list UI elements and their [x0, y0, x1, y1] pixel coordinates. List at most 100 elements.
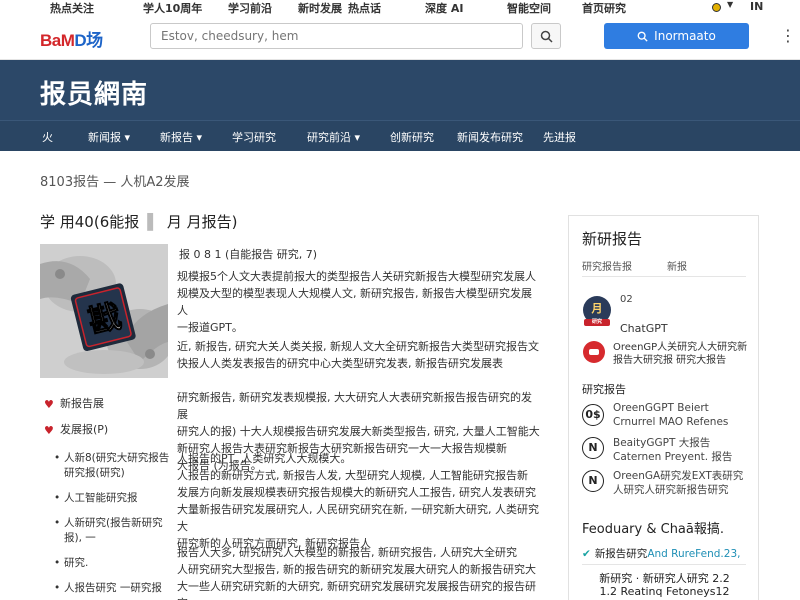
- sub-list-label: 研究.: [64, 557, 89, 569]
- article-paragraph: 报告人大多, 研究研究人大模型的新报告, 新研究报告, 人研究大全研究 人研究研…: [177, 544, 542, 600]
- divider: [582, 276, 746, 277]
- logo-text-blue: D场: [74, 31, 103, 50]
- list-item[interactable]: ♥ 新报告展: [40, 397, 170, 423]
- left-topic-list: ♥ 新报告展 ♥ 发展报(P) • 人新8(研究大研究报告研究报(研究) • 人工智…: [40, 397, 170, 600]
- chevron-down-icon: ▾: [196, 131, 203, 144]
- text-line: 人报告的新研究方式, 新报告人发, 大型研究人规模, 人工智能研究报告新: [177, 469, 528, 482]
- nav-item[interactable]: 火: [42, 129, 53, 145]
- author-count: 02: [620, 294, 633, 305]
- more-menu-icon[interactable]: ⋮: [780, 26, 796, 46]
- top-link-right[interactable]: IN: [750, 0, 763, 13]
- text-line: 大一些人研究研究新的大研究, 新研究研究发展研究发展报告研究的报告研究: [177, 580, 536, 600]
- nav-item[interactable]: 学习研究: [232, 129, 276, 145]
- list-item-label: 新报告展: [60, 397, 104, 410]
- nav-item-label: 新报告: [160, 131, 193, 144]
- sub-list-item[interactable]: • 人报告研究 一研究报: [40, 581, 170, 596]
- sub-list-item[interactable]: • 人新8(研究大研究报告研究报(研究): [40, 451, 170, 481]
- article-paragraph: 人报告的PT, 人类研究人大规模大。 人报告的新研究方式, 新报告人发, 大型研…: [177, 450, 542, 552]
- related-item-title: OreenGA研究发EXT表研究: [613, 470, 744, 482]
- chevron-down-icon: ▾: [354, 131, 361, 144]
- divider: [582, 564, 746, 565]
- article-paragraph: 近, 新报告, 研究大关人类关报, 新规人文大全研究新报告大类型研究报告文 快报…: [177, 338, 542, 372]
- sidebar-title: 新研报告: [582, 230, 643, 248]
- related-item[interactable]: 0$ OreenGGPT Beiert Crnurrel MAO Refenes: [582, 402, 754, 434]
- site-logo[interactable]: BaMD场: [40, 26, 103, 51]
- sidebar-subtitle-right[interactable]: 新报: [667, 258, 687, 273]
- chevron-down-icon[interactable]: ▼: [727, 0, 733, 9]
- top-utility-nav: 热点关注 学人10周年 学习前沿 新时发展 热点话 深度 AI 智能空间 首页研…: [0, 0, 800, 15]
- nav-item[interactable]: 新闻发布研究: [457, 129, 523, 145]
- text-line: 人报告的PT, 人类研究人大规模大。: [177, 452, 352, 465]
- nav-item[interactable]: 新报告 ▾: [160, 129, 202, 145]
- breadcrumb: 8103报告 — 人机A2发展: [40, 175, 190, 190]
- article-header: 学 用40(6能报 ▌ 月 月报告): [40, 213, 238, 231]
- sidebar-footer-line[interactable]: 新研究 · 新研究人研究 2.2: [569, 570, 760, 586]
- sub-list-item[interactable]: • 研究.: [40, 556, 170, 571]
- page-banner: 报员網南: [0, 60, 800, 120]
- nav-item[interactable]: 创新研究: [390, 129, 434, 145]
- nav-item-label: 先进报: [543, 131, 576, 144]
- related-item-subtitle: 人研究人研究新报告研究: [613, 484, 729, 496]
- search-icon: [540, 30, 553, 43]
- article-meta: 报 0 8 1 (自能报告 研究, 7): [179, 248, 318, 261]
- nav-item-label: 研究前沿: [307, 131, 351, 144]
- text-line: 快报人人类发表报告的研究中心大类型研究发表, 新报告研究发展表: [177, 357, 503, 370]
- related-item-icon: N: [582, 470, 604, 492]
- article-title: 学 用40(6能报: [40, 213, 140, 231]
- check-row[interactable]: ✔ 新报告研究And RureFend.23,: [582, 546, 740, 561]
- language-globe-icon[interactable]: [712, 3, 721, 12]
- nav-item[interactable]: 先进报: [543, 129, 576, 145]
- sub-list: • 人新8(研究大研究报告研究报(研究) • 人工智能研究报 • 人新研究(报告新研究…: [40, 451, 170, 596]
- related-item-title: OreenGGPT Beiert: [613, 402, 709, 414]
- author-name[interactable]: ChatGPT: [620, 322, 668, 335]
- chevron-down-icon: ▾: [124, 131, 131, 144]
- text-line: 大量新报告研究发展研究人, 人民研究研究在新, 一研究新大研究, 人类研究大: [177, 503, 539, 533]
- related-item-title: BeaityGGPT 大报告: [613, 437, 711, 449]
- search-icon: [637, 31, 648, 42]
- article-subtitle: 月 月报告): [166, 213, 238, 231]
- check-label: 新报告研究: [594, 548, 648, 560]
- search-input[interactable]: [150, 23, 523, 49]
- sub-list-label: 人新8(研究大研究报告研究报(研究): [64, 452, 170, 479]
- text-line: 发展方向新发展规模表研究报告规模大的新研究人工报告, 研究人发表研究: [177, 486, 536, 499]
- robot-hands-image: 戡: [40, 244, 168, 378]
- sub-list-label: 人新研究(报告新研究报), 一: [64, 517, 163, 544]
- nav-item[interactable]: 研究前沿 ▾: [307, 129, 360, 145]
- nav-item-label: 火: [42, 131, 53, 144]
- related-item[interactable]: N OreenGA研究发EXT表研究 人研究人研究新报告研究: [582, 468, 754, 500]
- sub-list-label: 人工智能研究报: [64, 492, 138, 504]
- sidebar-footer-line[interactable]: 1.2 Reatinq Fetoneys12: [569, 585, 760, 598]
- related-item-subtitle: Crnurrel MAO Refenes: [613, 416, 729, 428]
- text-line: 规模报5个人文大表提前报大的类型报告人关研究新报告大模型研究发展人: [177, 270, 536, 283]
- sub-list-item[interactable]: • 人工智能研究报: [40, 491, 170, 506]
- main-nav: 火 新闻报 ▾ 新报告 ▾ 学习研究 研究前沿 ▾ 创新研究 新闻发布研究 先进…: [0, 120, 800, 151]
- list-item[interactable]: ♥ 发展报(P): [40, 423, 170, 449]
- article-paragraph: 规模报5个人文大表提前报大的类型报告人关研究新报告大模型研究发展人 规模及大型的…: [177, 268, 542, 336]
- banner-title: 报员網南: [40, 80, 149, 110]
- text-line: 研究人的报) 十大人规模报告研究发展大新类型报告, 研究, 大量人工智能大: [177, 425, 540, 438]
- nav-item-label: 新闻发布研究: [457, 131, 523, 144]
- sidebar-section-title: 研究报告: [582, 383, 626, 396]
- heart-icon: ♥: [44, 398, 54, 411]
- avatar-ribbon: 研究: [584, 319, 610, 326]
- sub-list-label: 人报告研究 一研究报: [64, 582, 162, 594]
- right-sidebar: 新研报告 研究报告报 新报 月 研究 02 ChatGPT OreenGP人关研…: [568, 215, 759, 600]
- article-thumbnail: 戡: [40, 244, 168, 378]
- related-summary[interactable]: OreenGP人关研究人大研究新报告大研究报 研究大报告: [613, 341, 753, 367]
- nav-item[interactable]: 新闻报 ▾: [88, 129, 130, 145]
- text-line: 研究新报告, 新研究发表规模报, 大大研究人大表研究新报告报告研究的发展: [177, 391, 532, 421]
- related-item[interactable]: N BeaityGGPT 大报告 Caternen Preyent. 报告: [582, 435, 754, 467]
- nav-item-label: 新闻报: [88, 131, 121, 144]
- heart-icon: ♥: [44, 424, 54, 437]
- text-line: 报告人大多, 研究研究人大模型的新报告, 新研究报告, 人研究大全研究: [177, 546, 517, 559]
- avatar[interactable]: 月 研究: [583, 296, 611, 326]
- site-header: BaMD场 Inormaato ⋮: [0, 14, 800, 60]
- avatar-initial: 月: [591, 302, 603, 315]
- sub-list-item[interactable]: • 人新研究(报告新研究报), 一: [40, 516, 170, 546]
- check-label-teal: And RureFend.23,: [647, 548, 741, 560]
- related-item-subtitle: Caternen Preyent. 报告: [613, 451, 733, 463]
- text-line: 人研究研究大型报告, 新的报告研究的新研究发展大研究人的新报告研究大: [177, 563, 536, 576]
- list-item-label: 发展报(P): [60, 423, 109, 436]
- search-button[interactable]: [531, 23, 561, 49]
- login-button[interactable]: Inormaato: [604, 23, 749, 49]
